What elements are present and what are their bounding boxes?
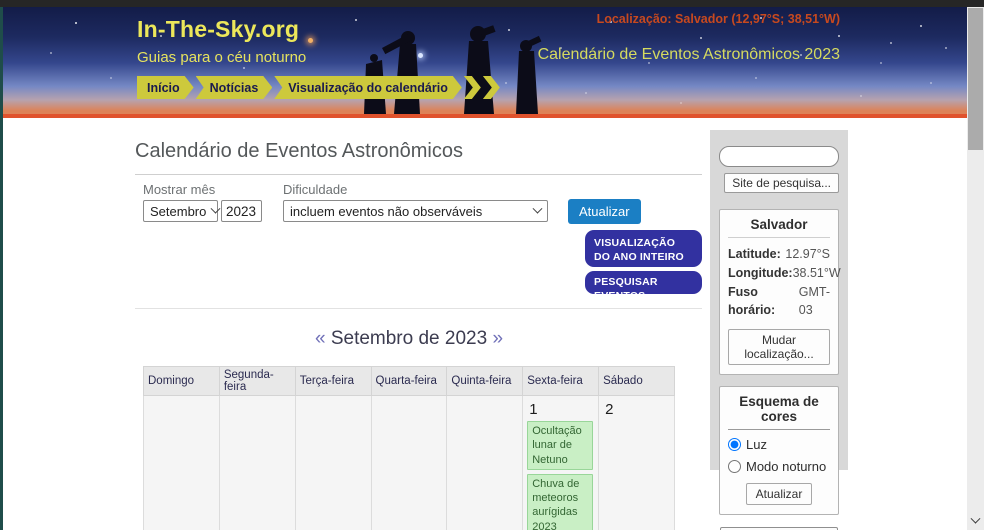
latitude-label: Latitude: [728, 247, 781, 261]
search-input[interactable] [719, 146, 839, 167]
year-view-button[interactable]: VISUALIZAÇÃO DO ANO INTEIRO » [585, 230, 702, 277]
latitude-value: 12.97°S [785, 247, 830, 261]
location-card-title: Salvador [728, 217, 830, 238]
calendar-day-cell-2: 2 [598, 394, 675, 530]
night-mode-option[interactable]: Modo noturno [728, 459, 830, 474]
banner-page-heading: Calendário de Eventos Astronômicos 2023 [537, 46, 840, 63]
day-header-monday: Segunda-feira [218, 366, 296, 396]
page-left-border [0, 0, 3, 530]
right-sidebar: Site de pesquisa... Salvador Latitude: 1… [710, 130, 848, 530]
update-button[interactable]: Atualizar [568, 199, 641, 224]
calendar-day-cell-1: 1 Ocultação lunar de Netuno Chuva de met… [522, 394, 600, 530]
breadcrumb-item-home[interactable]: Início [137, 76, 194, 99]
light-mode-option[interactable]: Luz [728, 437, 830, 452]
longitude-label: Longitude: [728, 265, 793, 280]
scrollbar-thumb[interactable] [968, 8, 983, 150]
bright-star-orange-icon [308, 38, 313, 43]
vertical-scrollbar[interactable] [967, 0, 984, 530]
breadcrumb-arrow-icon [482, 76, 500, 99]
calendar-day-cell [218, 394, 296, 530]
color-scheme-card: Esquema de cores Luz Modo noturno Atuali… [719, 386, 839, 515]
day-header-saturday: Sábado [598, 366, 675, 396]
observers-silhouette-image [364, 25, 542, 114]
location-indicator[interactable]: Localização: Salvador (12,97°S; 38,51°W) [597, 12, 840, 26]
calendar-prev-link[interactable]: « [315, 328, 326, 349]
calendar-header-row: Domingo Segunda-feira Terça-feira Quarta… [143, 366, 675, 396]
difficulty-label: Dificuldade [283, 182, 348, 197]
month-select[interactable]: Setembro [143, 200, 221, 222]
day-header-tuesday: Terça-feira [294, 366, 372, 396]
timezone-value: GMT-03 [798, 284, 830, 318]
timezone-label: Fuso horário: [728, 284, 776, 318]
calendar-next-link[interactable]: » [492, 328, 503, 349]
scheme-update-button[interactable]: Atualizar [745, 483, 813, 505]
site-banner: In-The-Sky.org Guias para o céu noturno … [0, 7, 967, 118]
location-card: Salvador Latitude: 12.97°S Longitude: 38… [719, 209, 841, 375]
change-location-button[interactable]: Mudar localização... [728, 329, 830, 365]
month-select-value: Setembro [150, 203, 207, 219]
site-subtitle: Guias para o céu noturno [137, 49, 307, 66]
site-search-button[interactable]: Site de pesquisa... [724, 173, 839, 193]
month-label: Mostrar mês [143, 182, 216, 197]
calendar-day-cell [446, 394, 524, 530]
timezone-row: Fuso horário: GMT-03 [728, 283, 830, 321]
page-title: Calendário de Eventos Astronômicos [135, 140, 702, 175]
difficulty-select[interactable]: incluem eventos não observáveis [283, 200, 548, 222]
top-black-bar [0, 0, 984, 7]
breadcrumb-item-news[interactable]: Notícias [196, 76, 273, 99]
year-input[interactable] [221, 200, 262, 222]
day-header-thursday: Quinta-feira [446, 366, 524, 396]
longitude-row: Longitude: 38.51°W [728, 264, 841, 283]
longitude-value: 38.51°W [792, 265, 841, 280]
calendar-day-cell [370, 394, 448, 530]
site-title[interactable]: In-The-Sky.org [137, 16, 299, 43]
chevron-down-icon [210, 203, 221, 214]
light-mode-radio[interactable] [728, 438, 741, 451]
calendar-week-row: 1 Ocultação lunar de Netuno Chuva de met… [143, 394, 675, 530]
search-events-button[interactable]: PESQUISAR EVENTOS » [585, 271, 702, 302]
calendar-day-cell [143, 394, 220, 530]
night-mode-radio[interactable] [728, 460, 741, 473]
difficulty-select-value: incluem eventos não observáveis [290, 203, 483, 219]
calendar-day-cell [294, 394, 372, 530]
day-number: 1 [529, 401, 538, 418]
light-mode-label: Luz [746, 437, 767, 452]
chevron-down-icon [970, 513, 981, 524]
calendar-month-title: « Setembro de 2023 » [143, 328, 675, 350]
calendar-title-text: Setembro de 2023 [330, 328, 488, 349]
event-link[interactable]: Ocultação lunar de Netuno [527, 421, 594, 470]
day-header-sunday: Domingo [143, 366, 220, 396]
color-scheme-title: Esquema de cores [728, 394, 830, 430]
day-header-friday: Sexta-feira [522, 366, 600, 396]
day-header-wednesday: Quarta-feira [370, 366, 448, 396]
breadcrumb: Início Notícias Visualização do calendár… [137, 76, 502, 99]
chevron-down-icon [532, 203, 543, 214]
calendar-table: Domingo Segunda-feira Terça-feira Quarta… [143, 366, 675, 530]
night-mode-label: Modo noturno [746, 459, 827, 474]
breadcrumb-item-calendar-view[interactable]: Visualização do calendário [274, 76, 462, 99]
event-link[interactable]: Chuva de meteoros aurígidas 2023 [527, 473, 594, 530]
section-divider [135, 308, 702, 309]
day-number: 2 [605, 401, 614, 418]
scroll-down-button[interactable] [967, 513, 984, 529]
breadcrumb-arrow-icon [463, 76, 481, 99]
latitude-row: Latitude: 12.97°S [728, 245, 830, 264]
